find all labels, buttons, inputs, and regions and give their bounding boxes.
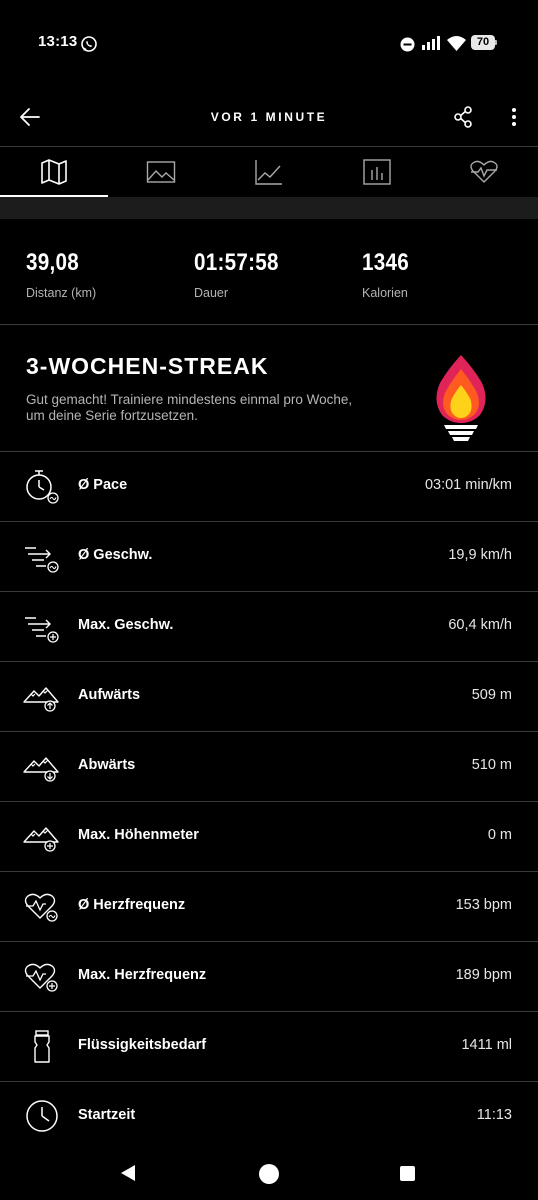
stat-calories: 1346 Kalorien (362, 249, 417, 300)
tab-chart[interactable] (215, 147, 323, 197)
wifi-icon (447, 36, 466, 51)
metric-label: Ø Herzfrequenz (78, 897, 186, 913)
metric-row-fluid-requirement: Flüssigkeitsbedarf 1411 ml (0, 1012, 538, 1082)
metric-row-ascent: Aufwärts 509 m (0, 662, 538, 732)
tab-map[interactable] (0, 147, 108, 197)
metric-value: 11:13 (476, 1107, 512, 1123)
stat-duration: 01:57:58 Dauer (194, 249, 292, 300)
metric-label: Ø Pace (78, 477, 128, 493)
line-chart-icon (255, 160, 282, 185)
tab-heart[interactable] (430, 147, 538, 197)
metric-label: Flüssigkeitsbedarf (78, 1037, 207, 1053)
metric-value: 509 m (471, 687, 512, 703)
metric-label: Max. Höhenmeter (78, 827, 199, 843)
mountain-max-icon (23, 827, 59, 852)
metric-label: Startzeit (78, 1107, 136, 1123)
tab-bar (0, 146, 538, 199)
stat-label: Distanz (km) (26, 286, 97, 300)
streak-title: 3-WOCHEN-STREAK (26, 353, 269, 379)
bar-chart-icon (362, 159, 391, 185)
metric-label: Max. Geschw. (78, 617, 174, 633)
status-bar: 13:13 70 (0, 0, 538, 88)
battery-level: 70 (476, 36, 490, 48)
heart-max-icon (24, 963, 58, 992)
more-vertical-icon[interactable] (502, 105, 526, 129)
metric-label: Max. Herzfrequenz (78, 967, 207, 983)
top-app-bar: VOR 1 MINUTE (0, 95, 538, 139)
metric-value: 03:01 min/km (424, 477, 512, 493)
stopwatch-avg-icon (26, 470, 59, 504)
stat-label: Dauer (194, 286, 229, 300)
image-icon (147, 161, 176, 183)
map-preview-strip (0, 197, 538, 219)
whatsapp-icon (81, 36, 97, 52)
metric-label: Ø Geschw. (78, 547, 153, 563)
metric-label: Aufwärts (78, 687, 141, 703)
share-icon[interactable] (452, 105, 476, 129)
metric-value: 19,9 km/h (448, 547, 512, 563)
speed-avg-icon (25, 547, 59, 573)
metric-value: 1411 ml (461, 1037, 512, 1053)
battery-icon: 70 (471, 35, 497, 50)
stat-value: 39,08 (26, 249, 79, 276)
mountain-down-icon (23, 757, 59, 782)
metric-value: 0 m (487, 827, 512, 843)
clock-icon (26, 1100, 58, 1132)
metric-row-avg-pace: Ø Pace 03:01 min/km (0, 452, 538, 522)
streak-description: Gut gemacht! Trainiere mindestens einmal… (26, 392, 353, 423)
tab-bars[interactable] (323, 147, 431, 197)
nav-home-icon[interactable] (259, 1164, 279, 1184)
nav-back-icon[interactable] (119, 1163, 139, 1183)
mountain-up-icon (23, 687, 59, 712)
metric-row-max-speed: Max. Geschw. 60,4 km/h (0, 592, 538, 662)
metric-row-start-time: Startzeit 11:13 (0, 1082, 538, 1151)
metric-row-avg-heart-rate: Ø Herzfrequenz 153 bpm (0, 872, 538, 942)
metric-row-max-heart-rate: Max. Herzfrequenz 189 bpm (0, 942, 538, 1012)
stat-label: Kalorien (362, 286, 408, 300)
do-not-disturb-icon (400, 37, 415, 52)
metric-value: 153 bpm (455, 897, 512, 913)
heart-rate-icon (470, 160, 498, 183)
map-icon (40, 159, 67, 185)
signal-icon (422, 36, 440, 50)
metric-row-descent: Abwärts 510 m (0, 732, 538, 802)
torch-flame-icon (436, 355, 486, 441)
speed-max-icon (25, 617, 59, 643)
status-time: 13:13 (38, 33, 78, 50)
nav-recents-icon[interactable] (400, 1166, 415, 1181)
system-navigation-bar (0, 1144, 538, 1200)
metric-row-avg-speed: Ø Geschw. 19,9 km/h (0, 522, 538, 592)
metric-value: 60,4 km/h (448, 617, 512, 633)
metric-row-max-altitude: Max. Höhenmeter 0 m (0, 802, 538, 872)
metric-label: Abwärts (78, 757, 136, 773)
streak-card[interactable]: 3-WOCHEN-STREAK Gut gemacht! Trainiere m… (0, 325, 538, 452)
stat-distance: 39,08 Distanz (km) (26, 249, 96, 300)
heart-avg-icon (24, 893, 58, 922)
tab-photos[interactable] (108, 147, 216, 197)
stat-value: 1346 (362, 249, 409, 276)
metric-value: 510 m (471, 757, 512, 773)
stat-value: 01:57:58 (194, 249, 279, 276)
bottle-icon (34, 1030, 50, 1063)
metric-value: 189 bpm (455, 967, 512, 983)
summary-stats: 39,08 Distanz (km) 01:57:58 Dauer 1346 K… (0, 219, 538, 325)
